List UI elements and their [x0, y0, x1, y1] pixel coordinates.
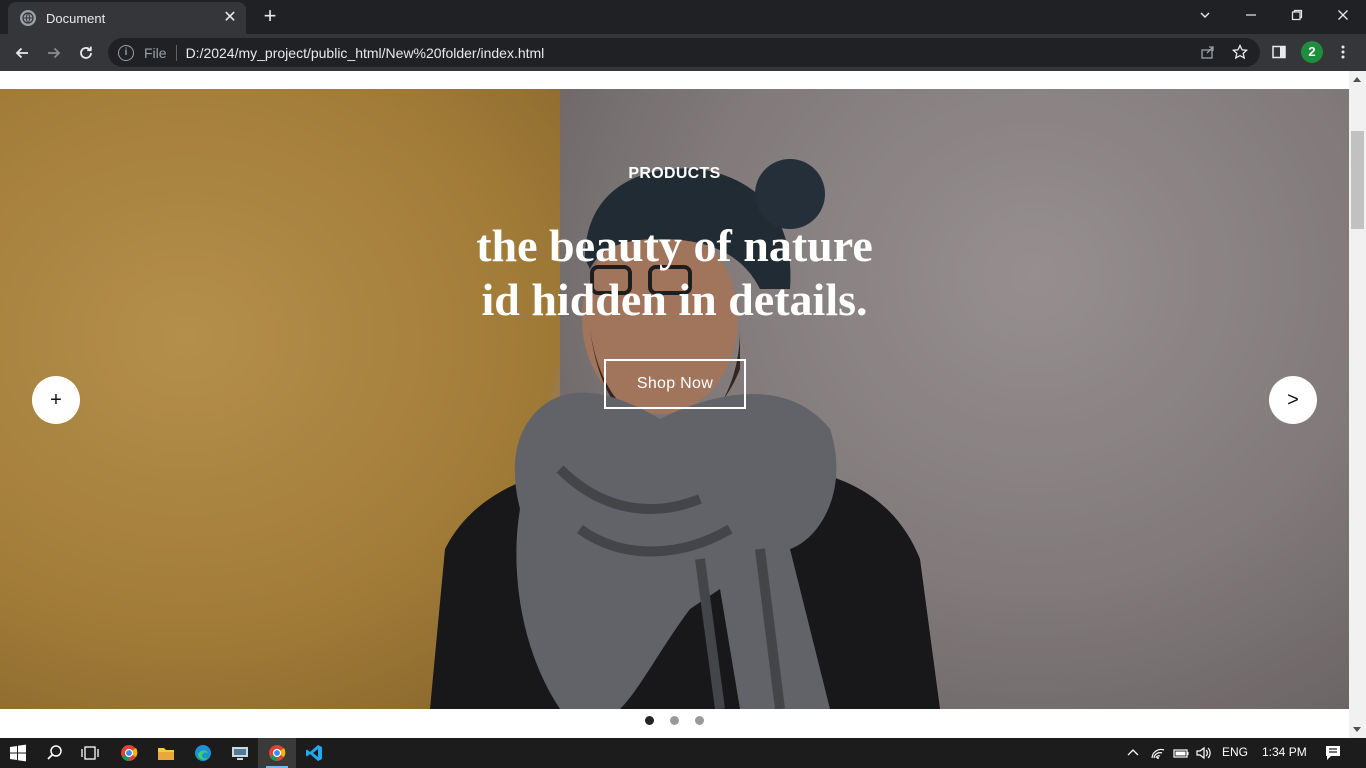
- tray-chevron-up-icon[interactable]: [1121, 741, 1145, 765]
- minimize-icon[interactable]: [1228, 0, 1274, 30]
- info-icon[interactable]: i: [118, 44, 134, 61]
- chrome-active-icon: [265, 741, 289, 765]
- tab-close-icon[interactable]: ✕: [222, 10, 238, 26]
- browser-tab[interactable]: Document ✕: [8, 2, 246, 34]
- profile-avatar[interactable]: 2: [1301, 41, 1323, 63]
- language-indicator[interactable]: ENG: [1222, 745, 1248, 759]
- address-bar[interactable]: i File D:/2024/my_project/public_html/Ne…: [108, 38, 1260, 67]
- bookmark-star-icon[interactable]: [1230, 42, 1250, 62]
- slider-prev-button[interactable]: +: [32, 376, 80, 424]
- edge-icon[interactable]: [191, 741, 215, 765]
- chrome-taskbar-active[interactable]: [258, 738, 296, 768]
- globe-icon: [20, 10, 36, 26]
- volume-icon[interactable]: [1192, 741, 1216, 765]
- clock[interactable]: 1:34 PM: [1262, 745, 1307, 759]
- page-viewport: PRODUCTS the beauty of nature id hidden …: [0, 71, 1349, 738]
- page-scrollbar[interactable]: [1349, 71, 1366, 738]
- address-scheme: File: [144, 44, 167, 61]
- address-url[interactable]: D:/2024/my_project/public_html/New%20fol…: [186, 45, 545, 61]
- scroll-up-arrow-icon[interactable]: [1353, 77, 1361, 82]
- windows-start-icon[interactable]: [6, 741, 30, 765]
- menu-kebab-icon[interactable]: [1333, 42, 1353, 62]
- wifi-icon[interactable]: [1146, 741, 1170, 765]
- remote-desktop-icon[interactable]: [228, 741, 252, 765]
- scrollbar-thumb[interactable]: [1351, 131, 1364, 229]
- task-view-icon[interactable]: [78, 741, 102, 765]
- browser-toolbar: i File D:/2024/my_project/public_html/Ne…: [0, 34, 1366, 71]
- hero-headline-line-2: id hidden in details.: [481, 274, 868, 325]
- vscode-icon[interactable]: [302, 741, 326, 765]
- tab-title: Document: [46, 10, 106, 26]
- carousel-dot-2[interactable]: [670, 716, 679, 725]
- restore-icon[interactable]: [1274, 0, 1320, 30]
- forward-arrow-icon[interactable]: [41, 40, 67, 66]
- file-explorer-icon[interactable]: [154, 741, 178, 765]
- hero-headline: the beauty of nature id hidden in detail…: [0, 219, 1349, 327]
- hero-slider: PRODUCTS the beauty of nature id hidden …: [0, 89, 1349, 709]
- chrome-taskbar-icon[interactable]: [117, 741, 141, 765]
- carousel-dots: [645, 716, 704, 725]
- back-arrow-icon[interactable]: [9, 40, 35, 66]
- side-panel-icon[interactable]: [1269, 42, 1289, 62]
- carousel-dot-3[interactable]: [695, 716, 704, 725]
- shop-now-button[interactable]: Shop Now: [604, 359, 746, 409]
- windows-taskbar: ENG 1:34 PM: [0, 738, 1366, 768]
- window-close-icon[interactable]: [1320, 0, 1366, 30]
- address-separator: [175, 44, 177, 61]
- notifications-icon[interactable]: [1321, 741, 1345, 765]
- hero-headline-line-1: the beauty of nature: [476, 220, 873, 271]
- new-tab-icon[interactable]: +: [258, 5, 282, 29]
- share-icon[interactable]: [1198, 42, 1218, 62]
- search-icon[interactable]: [43, 741, 67, 765]
- browser-tab-strip: Document ✕ +: [0, 0, 1366, 34]
- carousel-dot-1[interactable]: [645, 716, 654, 725]
- tab-search-chevron-icon[interactable]: [1182, 0, 1228, 30]
- battery-icon[interactable]: [1169, 741, 1193, 765]
- scroll-down-arrow-icon[interactable]: [1353, 727, 1361, 732]
- slider-next-button[interactable]: >: [1269, 376, 1317, 424]
- hero-overline: PRODUCTS: [628, 165, 721, 182]
- reload-icon[interactable]: [73, 40, 99, 66]
